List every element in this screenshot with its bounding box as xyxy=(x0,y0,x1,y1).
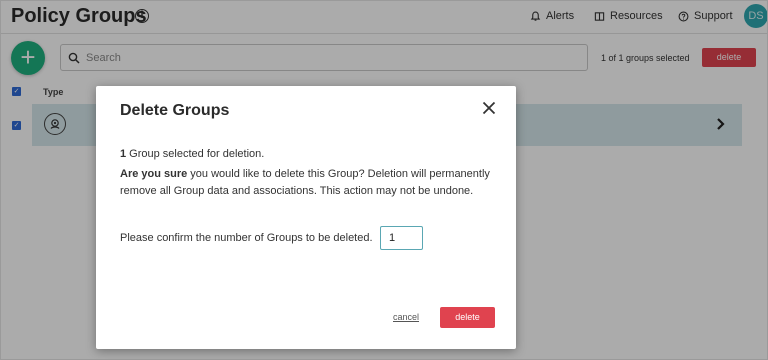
confirm-delete-button[interactable]: delete xyxy=(440,307,495,328)
dialog-title: Delete Groups xyxy=(120,102,230,119)
close-icon[interactable] xyxy=(482,101,496,115)
warning-emphasis: Are you sure xyxy=(120,168,188,180)
confirm-label: Please confirm the number of Groups to b… xyxy=(120,232,373,244)
confirm-count-input[interactable] xyxy=(380,226,423,250)
cancel-link[interactable]: cancel xyxy=(393,312,419,322)
selection-summary-text: Group selected for deletion. xyxy=(126,148,265,160)
deletion-warning: Are you sure you would like to delete th… xyxy=(120,166,500,200)
selection-summary: 1 Group selected for deletion. xyxy=(120,146,264,163)
app-window: Policy Groups i Alerts Resources Support… xyxy=(0,0,768,360)
delete-groups-dialog: Delete Groups 1 Group selected for delet… xyxy=(96,86,516,349)
